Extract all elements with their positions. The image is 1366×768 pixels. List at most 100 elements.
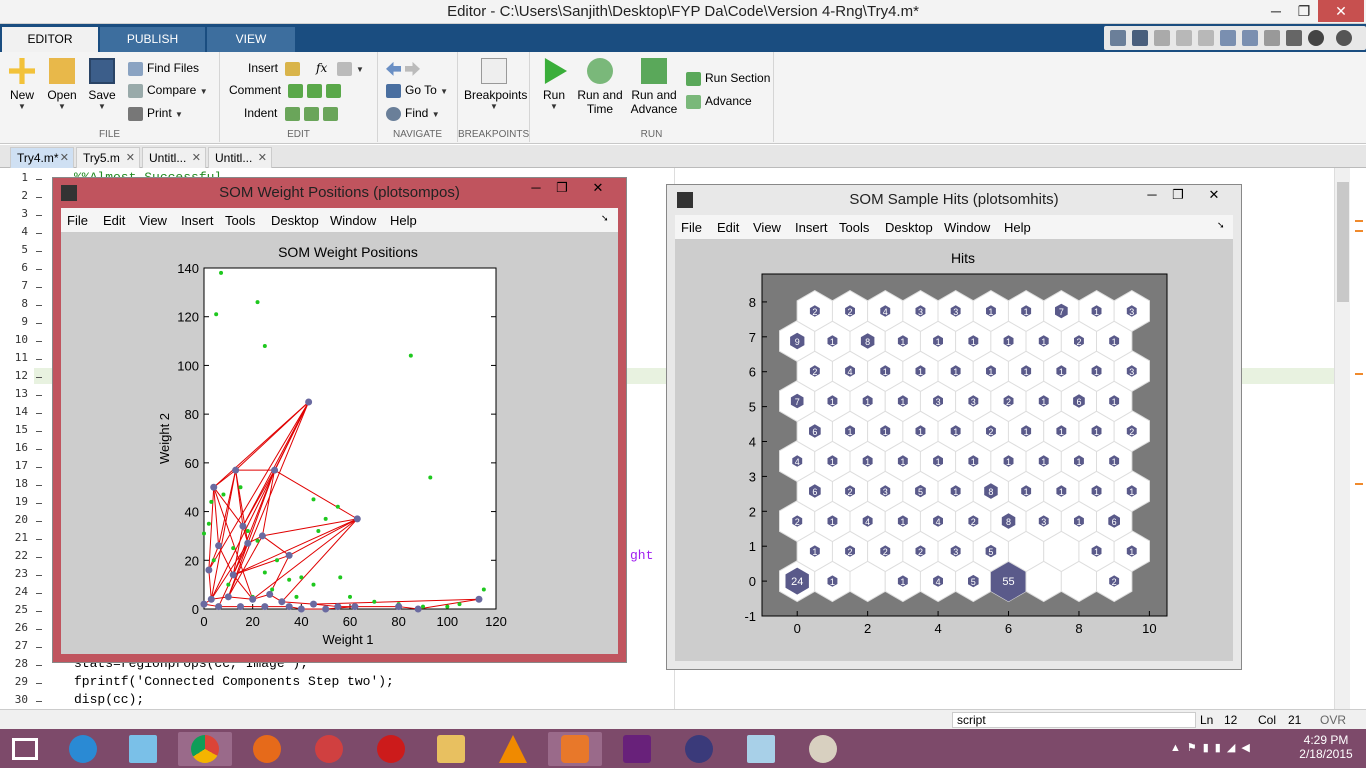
menu-insert[interactable]: Insert xyxy=(181,213,214,228)
figure1-maximize[interactable]: ❐ xyxy=(549,180,575,196)
compare-button[interactable]: Compare ▼ xyxy=(128,81,208,99)
close-button[interactable]: ✕ xyxy=(1318,0,1364,22)
taskbar-chrome[interactable] xyxy=(178,732,232,766)
tab-editor[interactable]: EDITOR xyxy=(2,27,98,52)
taskbar-eclipse[interactable] xyxy=(672,732,726,766)
close-tab-icon[interactable]: ✕ xyxy=(126,148,135,168)
figure2-minimize[interactable]: ─ xyxy=(1139,187,1165,202)
menu-view[interactable]: View xyxy=(139,213,167,228)
run-section-button[interactable]: Run Section xyxy=(686,69,770,87)
save-button[interactable]: Save ▼ xyxy=(80,58,124,111)
hit-count: 3 xyxy=(936,397,941,407)
redo-icon[interactable] xyxy=(1242,30,1258,46)
print-button[interactable]: Print ▼ xyxy=(128,104,183,122)
undo-icon[interactable] xyxy=(1220,30,1236,46)
run-and-advance-button[interactable]: Run and Advance xyxy=(628,58,680,116)
goto-button[interactable]: Go To ▼ xyxy=(386,81,448,99)
copy-icon[interactable] xyxy=(1176,30,1192,46)
file-tab-untitled-1[interactable]: Untitl... ✕ xyxy=(142,147,206,168)
menu-insert[interactable]: Insert xyxy=(795,220,828,235)
close-tab-icon[interactable]: ✕ xyxy=(192,148,201,168)
file-tab-try5[interactable]: Try5.m ✕ xyxy=(76,147,140,168)
figure2-close[interactable]: ✕ xyxy=(1201,187,1227,203)
menu-edit[interactable]: Edit xyxy=(717,220,739,235)
taskbar-ccleaner[interactable] xyxy=(302,732,356,766)
figure-som-sample-hits[interactable]: SOM Sample Hits (plotsomhits) ─ ❐ ✕ File… xyxy=(666,184,1242,670)
menu-tools[interactable]: Tools xyxy=(839,220,869,235)
taskbar-vlc[interactable] xyxy=(486,732,540,766)
y-tick-label: 3 xyxy=(749,469,756,484)
comment-button[interactable]: Comment xyxy=(229,81,345,99)
taskbar-firefox[interactable] xyxy=(240,732,294,766)
figure1-minimize[interactable]: ─ xyxy=(523,180,549,195)
menu-desktop[interactable]: Desktop xyxy=(271,213,319,228)
taskbar-opera[interactable] xyxy=(364,732,418,766)
cut-icon[interactable] xyxy=(1154,30,1170,46)
menu-view[interactable]: View xyxy=(753,220,781,235)
close-tab-icon[interactable]: ✕ xyxy=(60,148,69,168)
menu-edit[interactable]: Edit xyxy=(103,213,125,228)
dock-icon[interactable]: ➘ xyxy=(1217,220,1225,231)
switch-windows-icon[interactable] xyxy=(1264,30,1280,46)
paste-icon[interactable] xyxy=(1198,30,1214,46)
taskbar-visual-studio[interactable] xyxy=(610,732,664,766)
taskbar-ie[interactable] xyxy=(56,732,110,766)
tray-icons[interactable]: ▲⚑▮▮◢◀ xyxy=(1170,741,1256,754)
options-icon[interactable] xyxy=(1336,30,1352,46)
figure2-maximize[interactable]: ❐ xyxy=(1165,187,1191,203)
taskbar-explorer[interactable] xyxy=(424,732,478,766)
run-button[interactable]: Run ▼ xyxy=(532,58,576,111)
menu-window[interactable]: Window xyxy=(330,213,376,228)
clock[interactable]: 4:29 PM 2/18/2015 xyxy=(1296,733,1356,761)
indent-button[interactable]: Indent xyxy=(244,104,342,122)
breakpoints-button[interactable]: Breakpoints ▼ xyxy=(464,58,527,111)
figure1-close[interactable]: ✕ xyxy=(585,180,611,196)
close-tab-icon[interactable]: ✕ xyxy=(258,148,267,168)
taskbar-paint[interactable] xyxy=(796,732,850,766)
save-icon[interactable] xyxy=(1132,30,1148,46)
insert-button[interactable]: Insert xyxy=(248,59,304,77)
run-and-time-button[interactable]: Run and Time xyxy=(576,58,624,116)
file-tab-try4[interactable]: Try4.m* ✕ xyxy=(10,147,74,168)
figure-som-weight-positions[interactable]: SOM Weight Positions (plotsompos) ─ ❐ ✕ … xyxy=(52,177,627,663)
line-marker xyxy=(36,485,42,486)
find-button[interactable]: Find ▼ xyxy=(386,104,440,122)
menu-file[interactable]: File xyxy=(681,220,702,235)
hit-count: 3 xyxy=(918,307,923,317)
fx-button[interactable]: fx xyxy=(316,59,327,77)
find-files-button[interactable]: Find Files xyxy=(128,59,199,77)
run-time-label-2: Time xyxy=(586,102,614,116)
forward-icon[interactable] xyxy=(405,61,420,76)
scroll-thumb[interactable] xyxy=(1337,182,1349,302)
back-forward-buttons[interactable] xyxy=(386,59,424,77)
taskbar-notes[interactable] xyxy=(734,732,788,766)
menu-help[interactable]: Help xyxy=(390,213,417,228)
menu-help[interactable]: Help xyxy=(1004,220,1031,235)
taskbar-app2[interactable] xyxy=(116,732,170,766)
hit-count: 2 xyxy=(1076,337,1081,347)
advance-button[interactable]: Advance xyxy=(686,92,752,110)
insert-function-button[interactable]: ▼ xyxy=(337,59,364,77)
tab-view[interactable]: VIEW xyxy=(207,27,295,52)
minimize-button[interactable]: ─ xyxy=(1262,0,1290,22)
back-icon[interactable] xyxy=(386,61,401,76)
open-button[interactable]: Open ▼ xyxy=(40,58,84,111)
help-icon[interactable] xyxy=(1308,30,1324,46)
hit-count: 2 xyxy=(988,427,993,437)
menu-tools[interactable]: Tools xyxy=(225,213,255,228)
taskbar-matlab[interactable] xyxy=(548,732,602,766)
menu-desktop[interactable]: Desktop xyxy=(885,220,933,235)
editor-scrollbar[interactable] xyxy=(1334,168,1350,709)
maximize-button[interactable]: ❐ xyxy=(1290,0,1318,22)
x-tick-label: 10 xyxy=(1142,621,1156,636)
tab-publish[interactable]: PUBLISH xyxy=(100,27,205,52)
file-tab-untitled-2[interactable]: Untitl... ✕ xyxy=(208,147,272,168)
line-number: 21 xyxy=(14,531,28,544)
start-button[interactable] xyxy=(0,732,54,766)
dock-icon[interactable]: ➘ xyxy=(601,213,609,224)
menu-window[interactable]: Window xyxy=(944,220,990,235)
new-button[interactable]: New ▼ xyxy=(0,58,44,111)
menu-file[interactable]: File xyxy=(67,213,88,228)
layout-icon[interactable] xyxy=(1110,30,1126,46)
customize-icon[interactable] xyxy=(1286,30,1302,46)
